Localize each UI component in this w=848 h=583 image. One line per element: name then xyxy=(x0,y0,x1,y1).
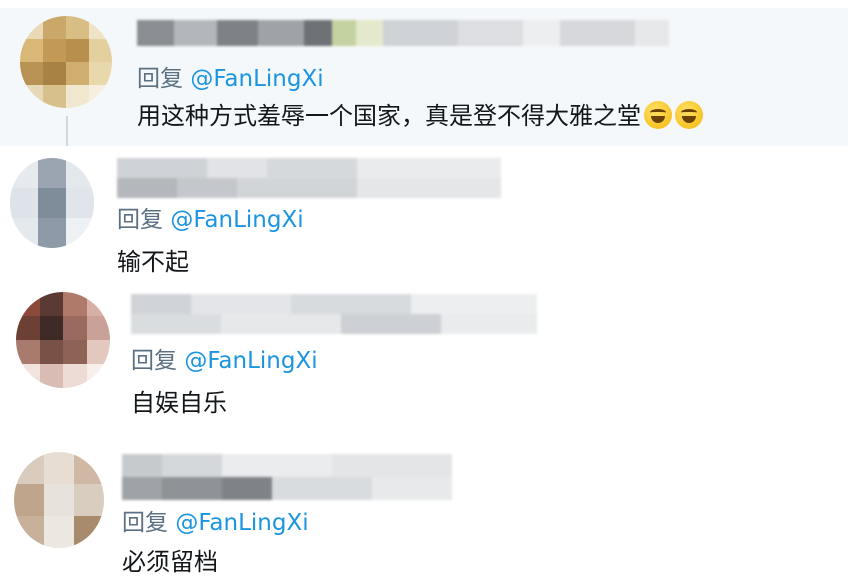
reply-text: 用这种方式羞辱一个国家，真是登不得大雅之堂 xyxy=(137,100,703,132)
reply-to-line: 回复 @FanLingXi xyxy=(137,64,324,94)
reply-to-line: 回复 @FanLingXi xyxy=(122,508,309,538)
reply-text: 输不起 xyxy=(117,248,189,276)
mention-link[interactable]: @FanLingXi xyxy=(184,348,317,374)
mention-link[interactable]: @FanLingXi xyxy=(170,207,303,233)
reply-text-content: 用这种方式羞辱一个国家，真是登不得大雅之堂 xyxy=(137,102,641,130)
thread-line xyxy=(66,116,68,146)
username-blurred[interactable] xyxy=(122,454,452,500)
reply-prefix: 回复 xyxy=(137,66,183,92)
tears-of-joy-emoji-icon xyxy=(675,101,703,129)
username-blurred[interactable] xyxy=(137,20,669,46)
reply-item[interactable]: 回复 @FanLingXi 必须留档 xyxy=(0,440,848,583)
avatar[interactable] xyxy=(20,16,112,108)
reply-to-line: 回复 @FanLingXi xyxy=(117,205,304,235)
reply-text: 必须留档 xyxy=(122,548,218,576)
mention-link[interactable]: @FanLingXi xyxy=(190,66,323,92)
reply-item[interactable]: 回复 @FanLingXi 用这种方式羞辱一个国家，真是登不得大雅之堂 xyxy=(0,8,848,146)
avatar[interactable] xyxy=(14,452,104,548)
reply-prefix: 回复 xyxy=(131,348,177,374)
avatar[interactable] xyxy=(16,292,110,388)
mention-link[interactable]: @FanLingXi xyxy=(175,510,308,536)
reply-text: 自娱自乐 xyxy=(131,389,227,417)
reply-item[interactable]: 回复 @FanLingXi 输不起 xyxy=(0,150,848,290)
tears-of-joy-emoji-icon xyxy=(644,101,672,129)
reply-to-line: 回复 @FanLingXi xyxy=(131,346,318,376)
reply-prefix: 回复 xyxy=(117,207,163,233)
username-blurred[interactable] xyxy=(117,158,501,198)
reply-prefix: 回复 xyxy=(122,510,168,536)
username-blurred[interactable] xyxy=(131,294,537,334)
reply-item[interactable]: 回复 @FanLingXi 自娱自乐 xyxy=(0,290,848,435)
avatar[interactable] xyxy=(10,158,94,248)
